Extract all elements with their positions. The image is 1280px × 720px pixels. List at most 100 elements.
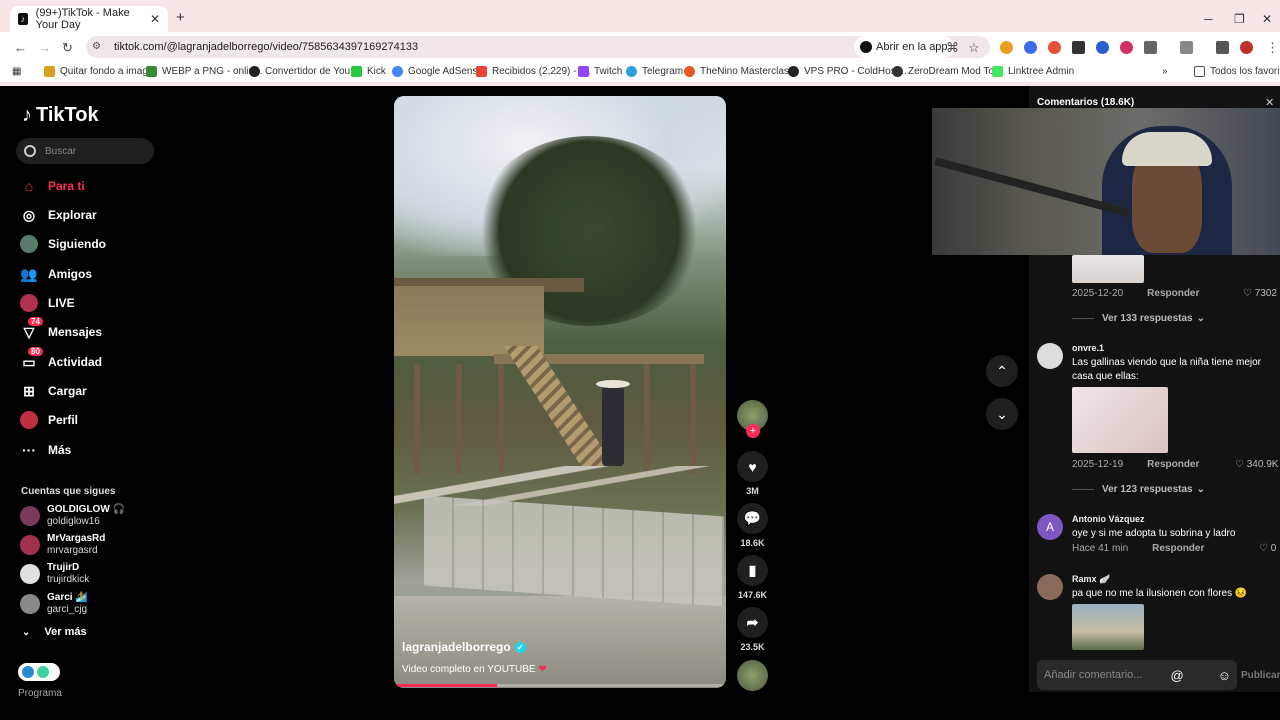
bookmark-item[interactable]: Convertidor de You... xyxy=(249,66,358,77)
sidebar-item-para-ti[interactable]: ⌂ Para ti xyxy=(20,175,85,197)
following-account[interactable]: Garci 🏄 garci_cjg xyxy=(20,592,88,616)
tiktok-logo[interactable]: ♪ TikTok xyxy=(22,104,99,127)
creator-avatar[interactable]: + xyxy=(737,400,768,438)
reply-button[interactable]: Responder xyxy=(1152,543,1204,554)
cast-icon[interactable] xyxy=(1180,41,1193,54)
comment-like-count: 0 xyxy=(1270,543,1277,554)
view-replies-label: Ver 123 respuestas xyxy=(1102,484,1193,495)
extension-icon[interactable] xyxy=(1024,41,1037,54)
comment-likes[interactable]: ♡ 340.9K xyxy=(1235,459,1278,470)
previous-video-button[interactable]: ⌃ xyxy=(986,355,1018,387)
add-comment-input[interactable]: Añadir comentario... @ ☺ xyxy=(1037,660,1237,690)
view-replies-button[interactable]: Ver 123 respuestas ⌄ xyxy=(1072,484,1205,495)
menu-dots-icon[interactable]: ⋮ xyxy=(1266,40,1279,56)
media-icon[interactable] xyxy=(1216,41,1229,54)
comment-button[interactable]: 💬 18.6K xyxy=(737,503,768,548)
profile-avatar-icon[interactable] xyxy=(1240,41,1253,54)
reply-button[interactable]: Responder xyxy=(1147,288,1199,299)
music-disc-avatar[interactable] xyxy=(737,660,768,691)
bookmark-item[interactable]: Google AdSense xyxy=(392,66,483,77)
bookmark-item[interactable]: Twitch xyxy=(578,66,622,77)
bookmark-item[interactable]: Kick xyxy=(351,66,386,77)
bookmark-item[interactable]: TheNino Masterclas... xyxy=(684,66,797,77)
reload-icon[interactable]: ↻ xyxy=(62,40,73,56)
browser-tab[interactable]: ♪ (99+)TikTok - Make Your Day ✕ xyxy=(10,6,168,32)
forward-icon[interactable]: → xyxy=(38,40,51,55)
avatar[interactable] xyxy=(1037,343,1063,369)
comment-likes[interactable]: ♡ 0 xyxy=(1259,543,1276,554)
all-favorites-folder[interactable]: Todos los favoritos xyxy=(1194,66,1280,77)
window-close-icon[interactable]: ✕ xyxy=(1262,12,1272,26)
comment-image[interactable] xyxy=(1072,387,1168,453)
comment-likes[interactable]: ♡ 7302 xyxy=(1243,288,1277,299)
site-info-icon[interactable]: ⚙ xyxy=(92,41,104,53)
mention-at-icon[interactable]: @ xyxy=(1170,668,1183,683)
next-video-button[interactable]: ⌄ xyxy=(986,398,1018,430)
video-player[interactable]: lagranjadelborrego ✓ Video completo en YO… xyxy=(394,96,726,688)
browser-chrome: ♪ (99+)TikTok - Make Your Day ✕ + ─ ❐ ✕ … xyxy=(0,0,1280,86)
following-account[interactable]: TrujirD trujirdkick xyxy=(20,562,89,586)
extension-icon[interactable] xyxy=(1096,41,1109,54)
save-button[interactable]: ▮ 147.6K xyxy=(737,555,768,600)
bookmark-label: Kick xyxy=(367,66,386,77)
tab-close-icon[interactable]: ✕ xyxy=(150,12,160,26)
comment-image[interactable] xyxy=(1072,255,1144,283)
sidebar-item-siguiendo[interactable]: Siguiendo xyxy=(20,233,106,255)
like-button[interactable]: ♥ 3M xyxy=(737,451,768,496)
bookmark-item[interactable]: WEBP a PNG - onlin... xyxy=(146,66,262,77)
extension-icon[interactable] xyxy=(1000,41,1013,54)
bookmark-label: TheNino Masterclas... xyxy=(700,66,798,77)
sidebar-item-explorar[interactable]: ◎ Explorar xyxy=(20,204,97,226)
following-account[interactable]: GOLDIGLOW 🎧 goldiglow16 xyxy=(20,504,125,528)
view-replies-button[interactable]: Ver 133 respuestas ⌄ xyxy=(1072,313,1205,324)
sidebar-item-cargar[interactable]: ⊞ Cargar xyxy=(20,380,87,402)
sidebar-item-perfil[interactable]: Perfil xyxy=(20,409,78,431)
app-toggle-pill[interactable] xyxy=(18,663,60,681)
open-in-app-button[interactable]: Abrir en la app xyxy=(854,36,954,58)
more-bookmarks-icon[interactable]: » xyxy=(1162,66,1168,77)
bookmark-item[interactable]: ZeroDream Mod To... xyxy=(892,66,1002,77)
apps-grid-icon[interactable]: ▦ xyxy=(12,66,21,77)
comment-username[interactable]: onvre.1 xyxy=(1072,343,1104,353)
share-button[interactable]: ➦ 23.5K xyxy=(737,607,768,652)
bookmark-item[interactable]: Quitar fondo a imag... xyxy=(44,66,156,77)
see-more-button[interactable]: ⌄ Ver más xyxy=(22,626,87,638)
sidebar-item-actividad[interactable]: ▭ 80 Actividad xyxy=(20,347,103,373)
comment-username[interactable]: Antonio Vázquez xyxy=(1072,514,1145,524)
translate-icon[interactable]: ⌘ xyxy=(946,40,959,56)
sidebar-item-mas[interactable]: ··· Más xyxy=(20,439,71,461)
video-username[interactable]: lagranjadelborrego ✓ xyxy=(402,640,526,654)
extensions-puzzle-icon[interactable] xyxy=(1144,41,1157,54)
minimize-icon[interactable]: ─ xyxy=(1204,12,1213,26)
sidebar-item-amigos[interactable]: 👥 Amigos xyxy=(20,263,92,285)
bookmark-item[interactable]: Linktree Admin xyxy=(992,66,1074,77)
adblock-icon[interactable] xyxy=(1120,41,1133,54)
bookmark-favicon-icon xyxy=(249,66,260,77)
extension-icon[interactable] xyxy=(1048,41,1061,54)
bookmark-item[interactable]: Recibidos (2,229) - f... xyxy=(476,66,590,77)
reply-button[interactable]: Responder xyxy=(1147,459,1199,470)
emoji-icon[interactable]: ☺ xyxy=(1218,668,1231,683)
maximize-icon[interactable]: ❐ xyxy=(1234,12,1245,26)
sidebar-item-mensajes[interactable]: ▽ 74 Mensajes xyxy=(20,317,102,343)
search-input[interactable]: Buscar xyxy=(16,138,154,164)
search-icon xyxy=(24,145,36,157)
sidebar-item-live[interactable]: LIVE xyxy=(20,292,75,314)
bookmark-item[interactable]: Telegram xyxy=(626,66,683,77)
back-icon[interactable]: ← xyxy=(14,40,27,55)
follow-plus-icon[interactable]: + xyxy=(746,424,760,438)
sidebar-item-label: Actividad xyxy=(48,355,103,369)
bookmark-item[interactable]: VPS PRO - ColdHost... xyxy=(788,66,907,77)
comment-meta: Hace 41 min Responder xyxy=(1072,543,1204,554)
following-account[interactable]: MrVargasRd mrvargasrd xyxy=(20,533,105,557)
extension-icon[interactable] xyxy=(1072,41,1085,54)
publish-button[interactable]: Publicar xyxy=(1241,670,1280,681)
new-tab-icon[interactable]: + xyxy=(176,9,185,26)
bookmark-star-icon[interactable]: ☆ xyxy=(968,40,980,56)
avatar[interactable] xyxy=(1037,574,1063,600)
gmail-icon xyxy=(476,66,487,77)
comment-image[interactable] xyxy=(1072,604,1144,650)
comment-username[interactable]: Ramx 🪽 xyxy=(1072,574,1110,585)
avatar[interactable]: A xyxy=(1037,514,1063,540)
video-progress-bar[interactable] xyxy=(394,684,726,687)
